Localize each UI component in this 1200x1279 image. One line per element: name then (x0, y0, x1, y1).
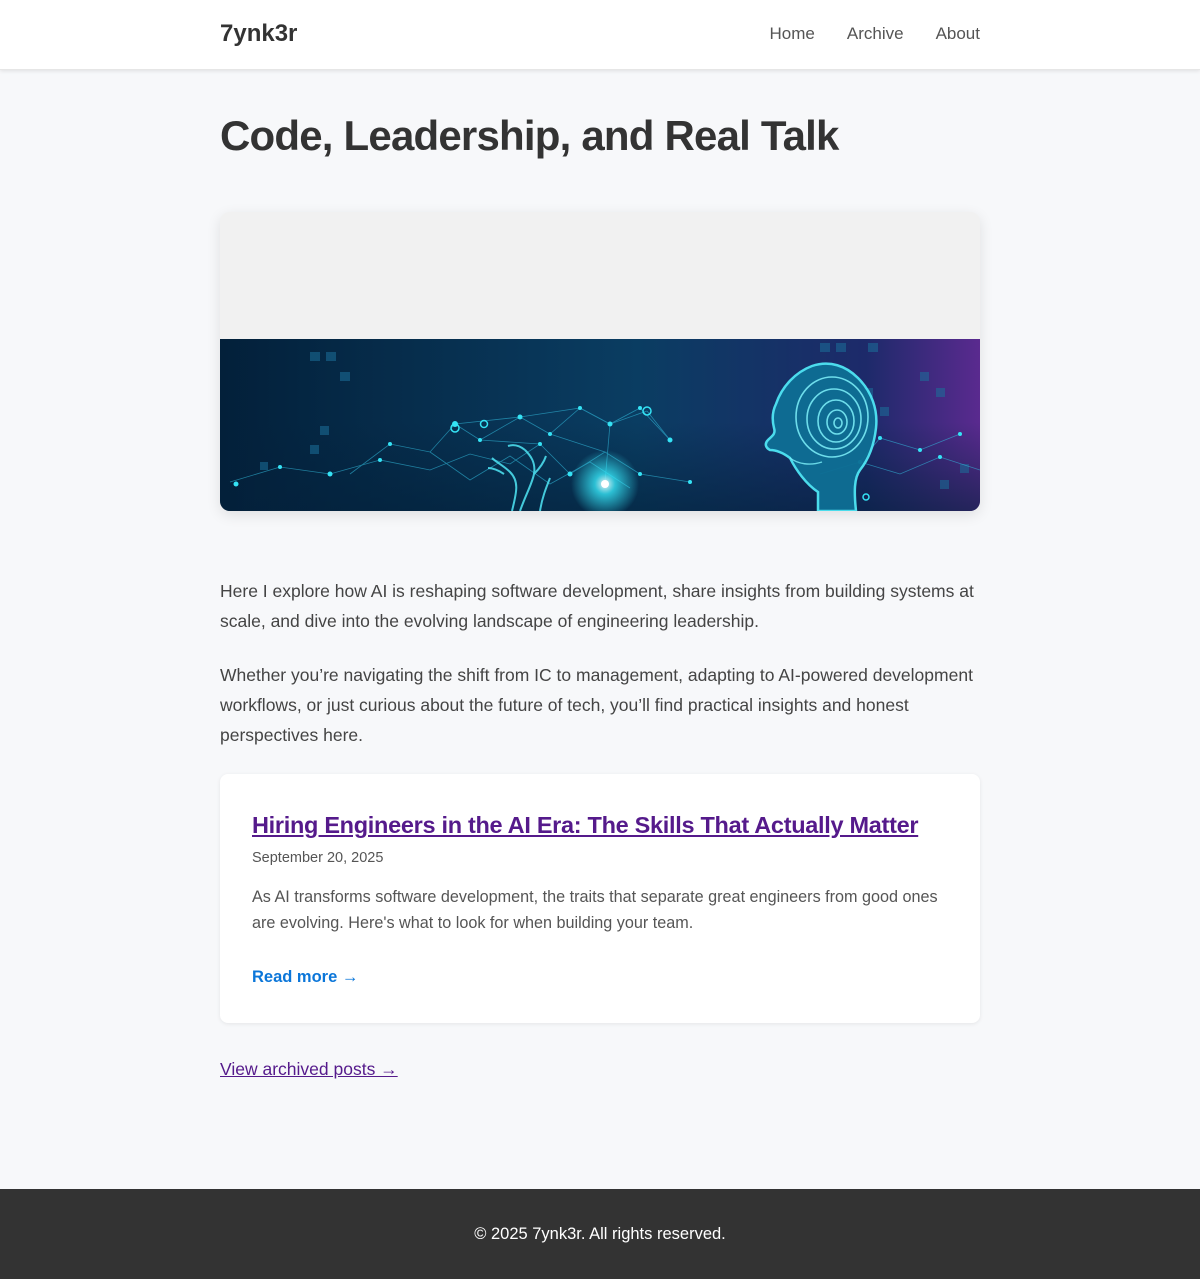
nav-about-link[interactable]: About (936, 24, 980, 44)
post-excerpt: As AI transforms software development, t… (252, 888, 938, 932)
main-nav: Home Archive About (770, 24, 980, 44)
ai-head-illustration (220, 212, 980, 511)
site-footer: © 2025 7ynk3r. All rights reserved. (0, 1189, 1200, 1279)
nav-home-link[interactable]: Home (770, 24, 815, 44)
page-title: Code, Leadership, and Real Talk (220, 112, 839, 159)
hero-banner-image (220, 212, 980, 511)
view-archived-posts-link[interactable]: View archived posts → (220, 1059, 398, 1080)
intro-section: Here I explore how AI is reshaping softw… (220, 576, 980, 750)
post-card: Hiring Engineers in the AI Era: The Skil… (220, 774, 980, 1023)
intro-paragraph-1: Here I explore how AI is reshaping softw… (220, 581, 974, 631)
intro-paragraph-2: Whether you’re navigating the shift from… (220, 665, 973, 745)
copyright-text: © 2025 7ynk3r. All rights reserved. (474, 1224, 726, 1243)
post-date: September 20, 2025 (252, 850, 384, 866)
nav-archive-link[interactable]: Archive (847, 24, 904, 44)
post-title-link[interactable]: Hiring Engineers in the AI Era: The Skil… (252, 810, 948, 840)
read-more-link[interactable]: Read more → (252, 968, 358, 987)
site-brand-link[interactable]: 7ynk3r (220, 20, 297, 48)
site-header: 7ynk3r Home Archive About (0, 0, 1200, 70)
